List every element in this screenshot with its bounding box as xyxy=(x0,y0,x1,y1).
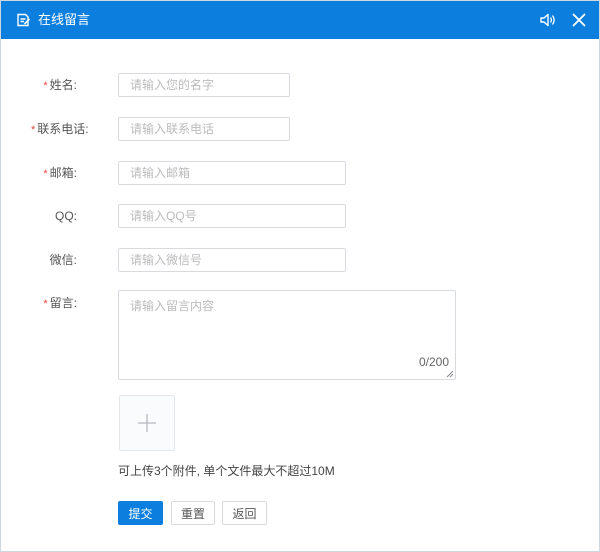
message-dialog: 在线留言 * 姓名: 请输入您的名字 * 联系电话: 请输入联系电话 * 邮箱: 请输… xyxy=(0,0,600,552)
upload-hint: 可上传3个附件, 单个文件最大不超过10M xyxy=(118,464,335,478)
required-mark: * xyxy=(43,298,48,310)
required-mark: * xyxy=(31,124,36,136)
wechat-row: 微信: 请输入微信号 xyxy=(1,248,599,272)
phone-placeholder: 请输入联系电话 xyxy=(130,122,215,136)
qq-label: QQ: xyxy=(54,209,77,223)
email-row: * 邮箱: 请输入邮箱 xyxy=(1,161,599,185)
dialog-title: 在线留言 xyxy=(38,12,91,27)
phone-input[interactable]: 请输入联系电话 xyxy=(118,117,290,141)
qq-row: QQ: 请输入QQ号 xyxy=(1,204,599,228)
required-mark: * xyxy=(43,80,48,92)
edit-note-icon xyxy=(17,13,31,27)
email-input[interactable]: 请输入邮箱 xyxy=(118,161,346,185)
qq-input[interactable]: 请输入QQ号 xyxy=(118,204,346,228)
wechat-placeholder: 请输入微信号 xyxy=(130,253,203,267)
reset-button[interactable]: 重置 xyxy=(171,501,215,525)
submit-button[interactable]: 提交 xyxy=(118,501,163,525)
qq-placeholder: 请输入QQ号 xyxy=(130,209,197,223)
name-label: * 姓名: xyxy=(43,78,77,92)
upload-attachment-button[interactable] xyxy=(119,395,175,451)
phone-row: * 联系电话: 请输入联系电话 xyxy=(1,117,599,141)
resize-handle-icon[interactable] xyxy=(446,370,454,378)
wechat-input[interactable]: 请输入微信号 xyxy=(118,248,346,272)
name-row: * 姓名: 请输入您的名字 xyxy=(1,73,599,97)
wechat-label: 微信: xyxy=(49,253,77,267)
message-textarea[interactable]: 请输入留言内容 0/200 xyxy=(118,290,456,380)
required-mark: * xyxy=(43,168,48,180)
message-label: * 留言: xyxy=(43,296,77,310)
name-placeholder: 请输入您的名字 xyxy=(130,78,215,92)
message-placeholder: 请输入留言内容 xyxy=(130,299,215,313)
name-input[interactable]: 请输入您的名字 xyxy=(118,73,290,97)
speaker-icon[interactable] xyxy=(539,12,557,28)
title-bar: 在线留言 xyxy=(1,1,599,39)
close-icon[interactable] xyxy=(571,12,587,28)
email-placeholder: 请输入邮箱 xyxy=(130,166,191,180)
plus-icon xyxy=(138,414,156,432)
phone-label: * 联系电话: xyxy=(31,122,89,136)
email-label: * 邮箱: xyxy=(43,166,77,180)
back-button[interactable]: 返回 xyxy=(222,501,267,525)
character-counter: 0/200 xyxy=(418,355,449,369)
